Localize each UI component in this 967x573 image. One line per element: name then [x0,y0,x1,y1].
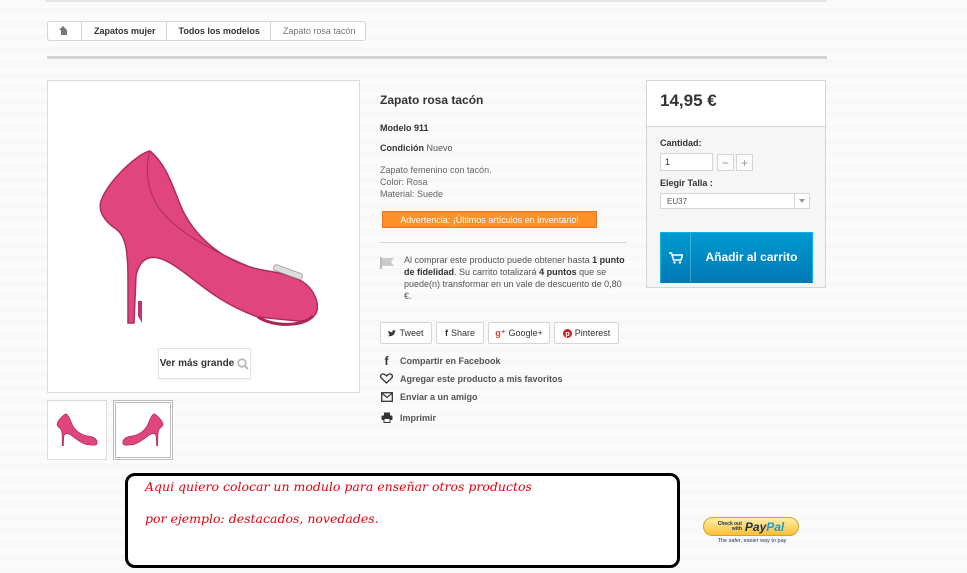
loyalty-text-1: Al comprar este producto puede obtener h… [404,255,590,265]
loyalty-text-2: . Su carrito totalizará [454,267,537,277]
loyalty-total-points: 4 puntos [539,267,577,277]
heart-icon [380,373,393,384]
annotation-box: Aqui quiero colocar un modulo para enseñ… [125,473,680,568]
share-button[interactable]: f Share [436,322,484,344]
paypal-small-2: with [731,525,742,532]
zoom-button[interactable]: Ver más grande [158,348,251,379]
google-plus-button[interactable]: g⁺ Google+ [488,322,550,344]
size-select[interactable]: EU37 [660,193,810,209]
breadcrumb: Zapatos mujer Todos los modelos Zapato r… [47,21,367,41]
share-facebook-label: Compartir en Facebook [400,356,501,366]
buy-box: 14,95 € Cantidad: − + Elegir Talla : EU3… [646,80,826,288]
envelope-icon [380,392,393,402]
paypal-pill: Check out with PayPal [703,517,799,536]
quantity-decrease-button[interactable]: − [717,154,734,171]
pinterest-button[interactable]: p Pinterest [554,322,619,344]
send-friend-label: Enviar a un amigo [400,392,478,402]
tweet-label: Tweet [399,328,424,338]
add-to-cart-label: Añadir al carrito [705,250,798,264]
pinterest-icon: p [562,328,572,338]
twitter-icon [388,329,397,336]
shoe-thumbnail [56,413,98,446]
breadcrumb-item-todos-los-modelos[interactable]: Todos los modelos [167,22,271,40]
printer-icon [380,412,393,423]
add-to-wishlist-link[interactable]: Agregar este producto a mis favoritos [380,373,563,384]
condition-label: Condición [380,143,424,153]
svg-text:p: p [565,331,569,338]
description-line: Zapato femenino con tacón. [380,165,492,175]
product-title: Zapato rosa tacón [380,93,484,107]
model-value: 911 [414,123,429,133]
home-icon [58,26,69,36]
share-facebook-link[interactable]: f Compartir en Facebook [380,354,501,368]
separator [47,56,827,59]
paypal-checkout-button[interactable]: Check out with PayPal The safer, easier … [703,517,801,544]
share-buttons: Tweet f Share g⁺ Google+ p Pinterest [380,322,619,344]
quantity-label: Cantidad: [660,138,702,148]
loyalty-text: Al comprar este producto puede obtener h… [404,254,626,302]
chevron-down-icon [794,194,809,208]
tweet-button[interactable]: Tweet [380,322,432,344]
paypal-tagline: The safer, easier way to pay [717,538,787,544]
facebook-icon: f [444,328,448,338]
share-label: Share [450,328,476,338]
breadcrumb-item-zapatos-mujer[interactable]: Zapatos mujer [82,22,167,40]
condition-value: Nuevo [426,143,453,153]
quantity-increase-button[interactable]: + [736,154,753,171]
product-description: Zapato femenino con tacón. Color: Rosa M… [380,164,492,200]
print-link[interactable]: Imprimir [380,412,436,423]
thumbnail-1[interactable] [47,400,107,460]
send-to-friend-link[interactable]: Enviar a un amigo [380,392,478,402]
shoe-thumbnail [122,413,164,446]
divider [380,242,626,243]
stock-warning-badge: Advertencia: ¡Últimos artículos en inven… [382,211,597,228]
breadcrumb-item-current: Zapato rosa tacón [282,26,356,36]
annotation-line-1: Aqui quiero colocar un modulo para enseñ… [145,479,532,494]
add-to-cart-button[interactable]: Añadir al carrito [660,232,813,283]
description-line: Color: Rosa [380,177,428,187]
product-image[interactable]: Ver más grande [47,80,360,393]
annotation-line-2: por ejemplo: destacados, novedades. [145,511,379,526]
zoom-label: Ver más grande [159,358,235,369]
google-plus-icon: g⁺ [495,327,506,338]
quantity-input[interactable] [660,153,713,171]
top-rule [46,0,826,2]
paypal-logo: PayPal [745,520,784,534]
description-line: Material: Suede [380,189,444,199]
breadcrumb-home[interactable] [48,22,82,40]
paypal-logo-b: Pal [766,519,785,534]
print-label: Imprimir [400,412,437,423]
magnifier-icon [237,357,249,370]
wishlist-label: Agregar este producto a mis favoritos [400,373,563,384]
shoe-image [99,150,318,326]
thumbnail-2[interactable] [113,400,173,460]
paypal-small-text: Check out with [718,521,742,532]
pinterest-label: Pinterest [574,328,611,338]
size-select-value: EU37 [667,197,688,206]
paypal-logo-a: Pay [744,519,767,534]
price-area: 14,95 € [647,81,825,127]
google-plus-label: Google+ [508,328,543,338]
model-row: Modelo 911 [380,123,429,133]
facebook-icon: f [384,354,389,368]
cart-icon [661,233,691,282]
size-label: Elegir Talla : [660,178,713,188]
flag-icon [380,257,394,269]
condition-row: Condición Nuevo [380,143,453,153]
product-price: 14,95 € [660,91,717,110]
model-label: Modelo [380,123,412,133]
